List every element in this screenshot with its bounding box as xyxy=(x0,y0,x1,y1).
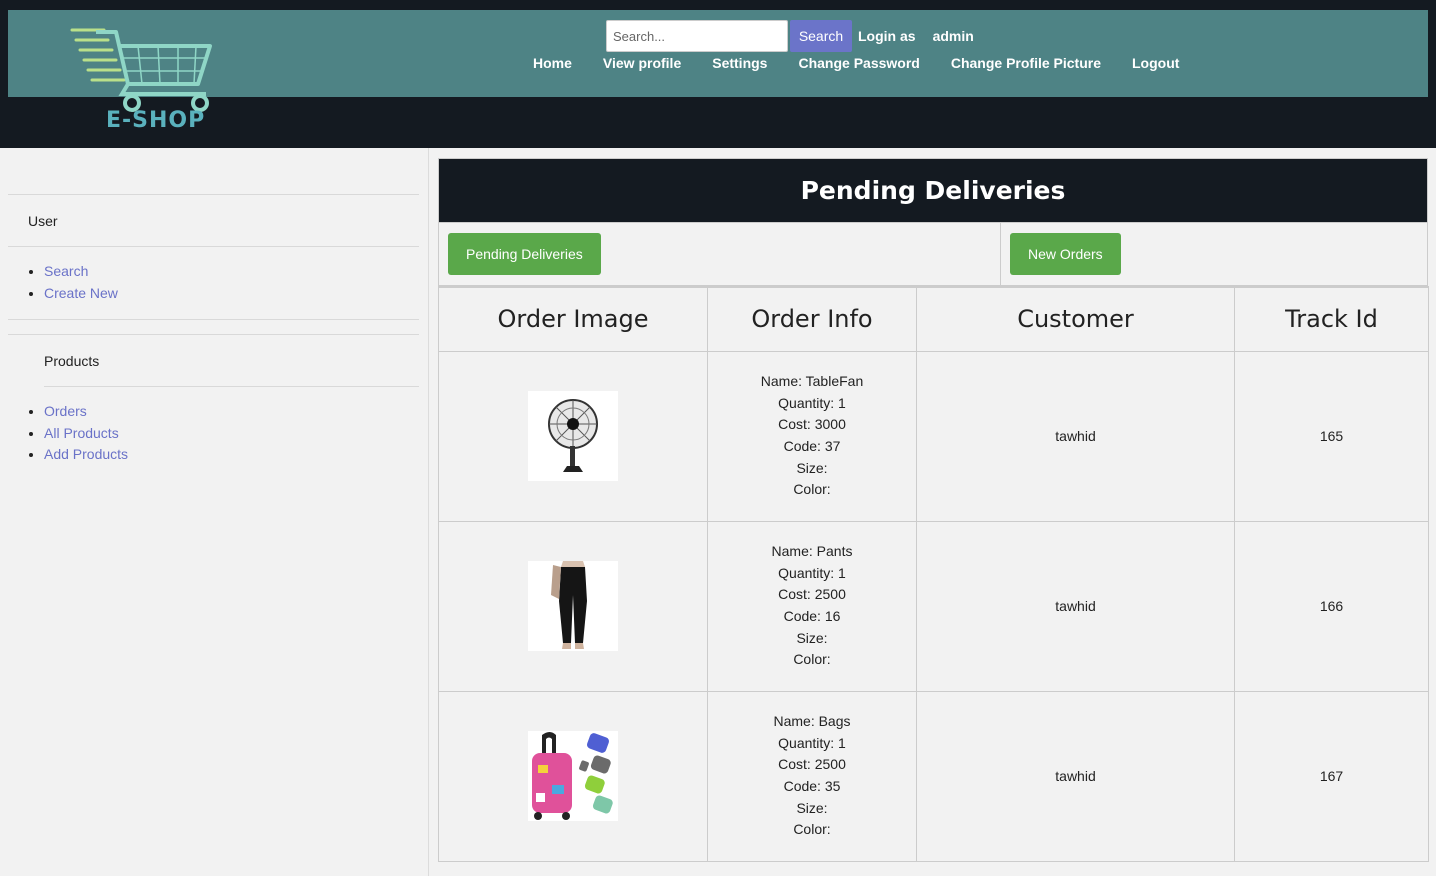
new-orders-button[interactable]: New Orders xyxy=(1010,233,1121,275)
column-header-customer: Customer xyxy=(916,286,1235,352)
order-code: Code: 16 xyxy=(783,608,841,624)
main-nav: Home View profile Settings Change Passwo… xyxy=(533,55,1179,71)
search-button[interactable]: Search xyxy=(790,20,852,52)
customer-cell: tawhid xyxy=(916,520,1235,692)
table-row: Name: Pants Quantity: 1 Cost: 2500 Code:… xyxy=(438,520,1429,692)
divider xyxy=(44,386,419,387)
order-size: Size: xyxy=(796,629,828,646)
track-id-cell: 166 xyxy=(1234,520,1429,692)
search-bar: Search Login as admin xyxy=(606,20,974,52)
order-info-cell: Name: TableFan Quantity: 1 Cost: 3000 Co… xyxy=(707,350,917,522)
nav-logout[interactable]: Logout xyxy=(1132,55,1179,71)
sidebar-link-add-products[interactable]: Add Products xyxy=(44,446,128,462)
divider xyxy=(8,194,419,195)
logo-text: E-SHOP xyxy=(106,108,206,133)
order-code: Code: 35 xyxy=(783,778,841,794)
button-cell: New Orders xyxy=(1001,223,1427,285)
product-links: Orders All Products Add Products xyxy=(28,401,128,466)
user-links: Search Create New xyxy=(28,261,118,304)
sidebar-heading-products: Products xyxy=(44,353,100,369)
list-item: Search xyxy=(44,261,118,283)
order-quantity: Quantity: 1 xyxy=(778,564,846,581)
divider xyxy=(8,246,419,247)
order-cost: Cost: 2500 xyxy=(778,756,846,773)
page-title: Pending Deliveries xyxy=(800,176,1066,205)
order-quantity: Quantity: 1 xyxy=(778,734,846,751)
order-color: Color: xyxy=(793,821,831,838)
eshop-logo[interactable]: E-SHOP xyxy=(66,24,226,136)
sidebar: User Search Create New Products Orders A… xyxy=(0,148,429,876)
list-item: Add Products xyxy=(44,444,128,466)
table-row: Name: TableFan Quantity: 1 Cost: 3000 Co… xyxy=(438,350,1429,522)
orders-table: Order Image Order Info Customer Track Id xyxy=(438,286,1429,862)
order-name: Name: TableFan xyxy=(760,372,864,389)
bags-image xyxy=(528,731,618,821)
login-as-label: Login as xyxy=(858,28,916,44)
customer-cell: tawhid xyxy=(916,350,1235,522)
order-info-cell: Name: Pants Quantity: 1 Cost: 2500 Code:… xyxy=(707,520,917,692)
list-item: Create New xyxy=(44,283,118,305)
column-header-track-id: Track Id xyxy=(1234,286,1429,352)
button-cell: Pending Deliveries xyxy=(439,223,1001,285)
sidebar-link-search[interactable]: Search xyxy=(44,263,88,279)
order-info-cell: Name: Bags Quantity: 1 Cost: 2500 Code: … xyxy=(707,690,917,862)
order-quantity: Quantity: 1 xyxy=(778,394,846,411)
sidebar-link-all-products[interactable]: All Products xyxy=(44,425,119,441)
sidebar-link-create-new[interactable]: Create New xyxy=(44,285,118,301)
action-button-row: Pending Deliveries New Orders xyxy=(438,223,1428,286)
order-size: Size: xyxy=(796,459,828,476)
divider xyxy=(8,319,419,320)
table-row: Name: Bags Quantity: 1 Cost: 2500 Code: … xyxy=(438,690,1429,862)
logged-in-username: admin xyxy=(932,28,974,44)
nav-settings[interactable]: Settings xyxy=(712,55,767,71)
pending-deliveries-button[interactable]: Pending Deliveries xyxy=(448,233,601,275)
column-header-order-image: Order Image xyxy=(438,286,708,352)
column-header-order-info: Order Info xyxy=(707,286,917,352)
order-color: Color: xyxy=(793,651,831,668)
nav-home[interactable]: Home xyxy=(533,55,572,71)
order-color: Color: xyxy=(793,481,831,498)
order-image-cell xyxy=(438,520,708,692)
sidebar-heading-user: User xyxy=(28,213,58,229)
order-image-cell xyxy=(438,690,708,862)
page-title-bar: Pending Deliveries xyxy=(438,158,1428,223)
list-item: Orders xyxy=(44,401,128,423)
nav-view-profile[interactable]: View profile xyxy=(603,55,681,71)
track-id-cell: 167 xyxy=(1234,690,1429,862)
order-image-cell xyxy=(438,350,708,522)
sidebar-link-orders[interactable]: Orders xyxy=(44,403,87,419)
order-size: Size: xyxy=(796,799,828,816)
table-header-row: Order Image Order Info Customer Track Id xyxy=(438,286,1429,352)
shopping-cart-icon xyxy=(70,28,212,112)
pants-image xyxy=(528,561,618,651)
order-cost: Cost: 2500 xyxy=(778,586,846,603)
search-input[interactable] xyxy=(606,20,788,52)
nav-change-password[interactable]: Change Password xyxy=(798,55,919,71)
nav-change-profile-picture[interactable]: Change Profile Picture xyxy=(951,55,1101,71)
order-cost: Cost: 3000 xyxy=(778,416,846,433)
list-item: All Products xyxy=(44,423,128,445)
order-name: Name: Bags xyxy=(773,712,851,729)
customer-cell: tawhid xyxy=(916,690,1235,862)
order-name: Name: Pants xyxy=(771,542,853,559)
divider xyxy=(8,334,419,335)
main-content: Pending Deliveries Pending Deliveries Ne… xyxy=(438,158,1429,862)
table-fan-image xyxy=(528,391,618,481)
track-id-cell: 165 xyxy=(1234,350,1429,522)
top-header: E-SHOP Search Login as admin Home View p… xyxy=(0,0,1436,148)
order-code: Code: 37 xyxy=(783,438,841,454)
